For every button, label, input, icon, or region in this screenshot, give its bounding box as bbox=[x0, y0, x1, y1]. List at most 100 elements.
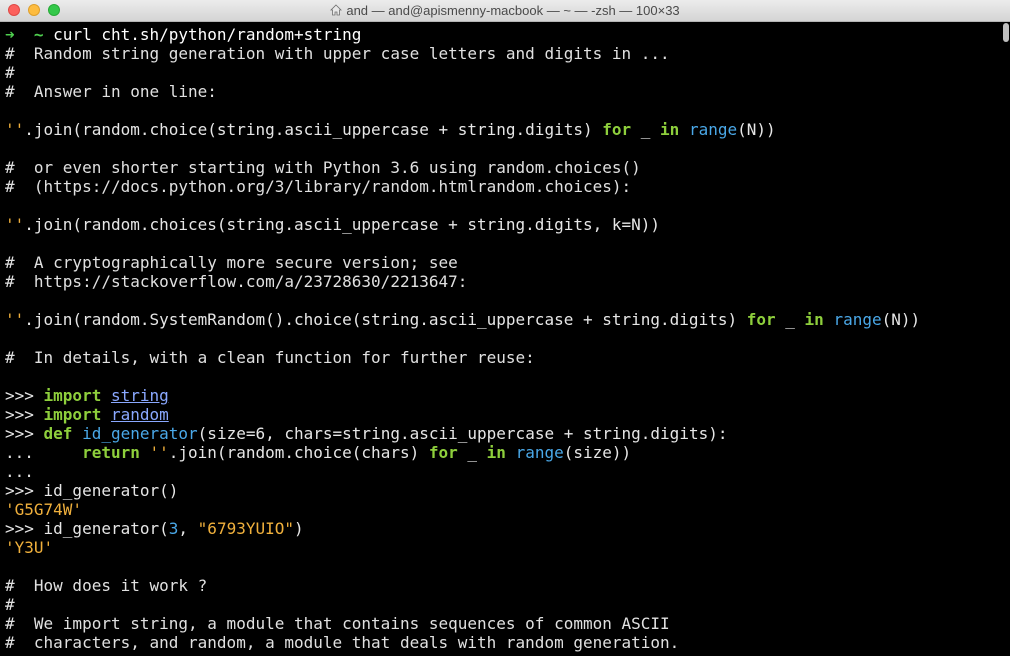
terminal-text-segment: '' bbox=[149, 443, 169, 462]
terminal-line: >>> id_generator() bbox=[5, 481, 1002, 500]
terminal-text-segment: (N)) bbox=[881, 310, 921, 329]
terminal-text-segment: ... bbox=[5, 462, 34, 481]
terminal-text-segment: in bbox=[660, 120, 680, 139]
terminal-line: ''.join(random.SystemRandom().choice(str… bbox=[5, 310, 1002, 329]
terminal-line: ➜ ~ curl cht.sh/python/random+string bbox=[5, 25, 1002, 44]
terminal-line: # bbox=[5, 63, 1002, 82]
terminal-line: # How does it work ? bbox=[5, 576, 1002, 595]
terminal-text-segment: 3 bbox=[168, 519, 179, 538]
title-bar[interactable]: and — and@apismenny-macbook — ~ — -zsh —… bbox=[0, 0, 1010, 22]
terminal-text-segment: _ bbox=[457, 443, 487, 462]
window-title: and — and@apismenny-macbook — ~ — -zsh —… bbox=[0, 0, 1010, 22]
terminal-text-segment: # In details, with a clean function for … bbox=[5, 348, 535, 367]
terminal-text-segment: , bbox=[178, 519, 198, 538]
scrollbar-thumb[interactable] bbox=[1003, 23, 1009, 42]
terminal-text-segment: ... bbox=[5, 443, 83, 462]
terminal-line: # Random string generation with upper ca… bbox=[5, 44, 1002, 63]
terminal-text-segment: >>> bbox=[5, 405, 44, 424]
terminal-line: # https://stackoverflow.com/a/23728630/2… bbox=[5, 272, 1002, 291]
terminal-line: >>> import random bbox=[5, 405, 1002, 424]
window-title-text: and — and@apismenny-macbook — ~ — -zsh —… bbox=[346, 3, 680, 18]
terminal-text-segment: range bbox=[515, 443, 564, 462]
terminal-text-segment: id_generator() bbox=[43, 481, 179, 500]
terminal-text-segment: id_generator( bbox=[43, 519, 169, 538]
terminal-text-segment: in bbox=[486, 443, 506, 462]
terminal-text-segment: .join(random.choice(chars) bbox=[168, 443, 429, 462]
terminal-text-segment: range bbox=[833, 310, 882, 329]
terminal-text-segment: for bbox=[602, 120, 632, 139]
terminal-text-segment: in bbox=[804, 310, 824, 329]
terminal-text-segment: ~ bbox=[33, 25, 54, 44]
terminal-text-segment: 'Y3U' bbox=[5, 538, 54, 557]
terminal-text-segment: id_generator bbox=[82, 424, 198, 443]
terminal-text-segment: for bbox=[428, 443, 458, 462]
terminal-text-segment: for bbox=[746, 310, 776, 329]
terminal-line: ... return ''.join(random.choice(chars) … bbox=[5, 443, 1002, 462]
terminal-line: 'G5G74W' bbox=[5, 500, 1002, 519]
terminal-text-segment: (N)) bbox=[737, 120, 776, 139]
terminal-text-segment: >>> bbox=[5, 386, 44, 405]
terminal-text-segment: import bbox=[43, 386, 102, 405]
terminal-line: ''.join(random.choices(string.ascii_uppe… bbox=[5, 215, 1002, 234]
terminal-line: # (https://docs.python.org/3/library/ran… bbox=[5, 177, 1002, 196]
terminal-text-segment: # bbox=[5, 63, 15, 82]
terminal-text-segment: range bbox=[688, 120, 738, 139]
terminal-text-segment: 'G5G74W' bbox=[5, 500, 83, 519]
terminal-text-segment: '' bbox=[5, 310, 25, 329]
terminal-text-segment: (size)) bbox=[563, 443, 632, 462]
terminal-output[interactable]: ➜ ~ curl cht.sh/python/random+string # Ra… bbox=[0, 23, 1002, 656]
terminal-text-segment: # Random string generation with upper ca… bbox=[5, 44, 670, 63]
terminal-text-segment: ) bbox=[294, 519, 304, 538]
terminal-text-segment: '' bbox=[5, 120, 25, 139]
terminal-line: >>> def id_generator(size=6, chars=strin… bbox=[5, 424, 1002, 443]
terminal-text-segment: '' bbox=[5, 215, 25, 234]
terminal-line: ... bbox=[5, 462, 1002, 481]
terminal-text-segment: string bbox=[110, 386, 169, 405]
terminal-text-segment: def bbox=[43, 424, 73, 443]
terminal-window: and — and@apismenny-macbook — ~ — -zsh —… bbox=[0, 0, 1010, 656]
terminal-text-segment: >>> bbox=[5, 481, 44, 500]
terminal-text-segment: ➜ bbox=[5, 25, 34, 44]
terminal-text-segment: .join(random.SystemRandom().choice(strin… bbox=[24, 310, 747, 329]
terminal-text-segment: curl cht.sh/python/random+string bbox=[53, 25, 362, 44]
terminal-text-segment: # or even shorter starting with Python 3… bbox=[5, 158, 641, 177]
terminal-text-segment: >>> bbox=[5, 519, 44, 538]
terminal-text-segment: # bbox=[5, 595, 15, 614]
terminal-text-segment: _ bbox=[775, 310, 805, 329]
terminal-text-segment: # How does it work ? bbox=[5, 576, 208, 595]
terminal-line: ''.join(random.choice(string.ascii_upper… bbox=[5, 120, 1002, 139]
terminal-line: 'Y3U' bbox=[5, 538, 1002, 557]
terminal-text-segment: _ bbox=[631, 120, 661, 139]
terminal-line: >>> import string bbox=[5, 386, 1002, 405]
terminal-text-segment: .join(random.choices(string.ascii_upperc… bbox=[24, 215, 661, 234]
home-icon bbox=[330, 4, 343, 16]
terminal-text-segment: (size=6, chars=string.ascii_uppercase + … bbox=[197, 424, 728, 443]
terminal-text-segment: # https://stackoverflow.com/a/23728630/2… bbox=[5, 272, 468, 291]
terminal-text-segment: # (https://docs.python.org/3/library/ran… bbox=[5, 177, 632, 196]
terminal-line: # bbox=[5, 595, 1002, 614]
terminal-text-segment: # characters, and random, a module that … bbox=[5, 633, 680, 652]
terminal-line: # In details, with a clean function for … bbox=[5, 348, 1002, 367]
terminal-line: >>> id_generator(3, "6793YUIO") bbox=[5, 519, 1002, 538]
terminal-line: # A cryptographically more secure versio… bbox=[5, 253, 1002, 272]
terminal-line: # or even shorter starting with Python 3… bbox=[5, 158, 1002, 177]
terminal-text-segment: .join(random.choice(string.ascii_upperca… bbox=[24, 120, 603, 139]
terminal-text-segment: # We import string, a module that contai… bbox=[5, 614, 670, 633]
terminal-text-segment: import bbox=[43, 405, 102, 424]
terminal-text-segment: random bbox=[110, 405, 169, 424]
